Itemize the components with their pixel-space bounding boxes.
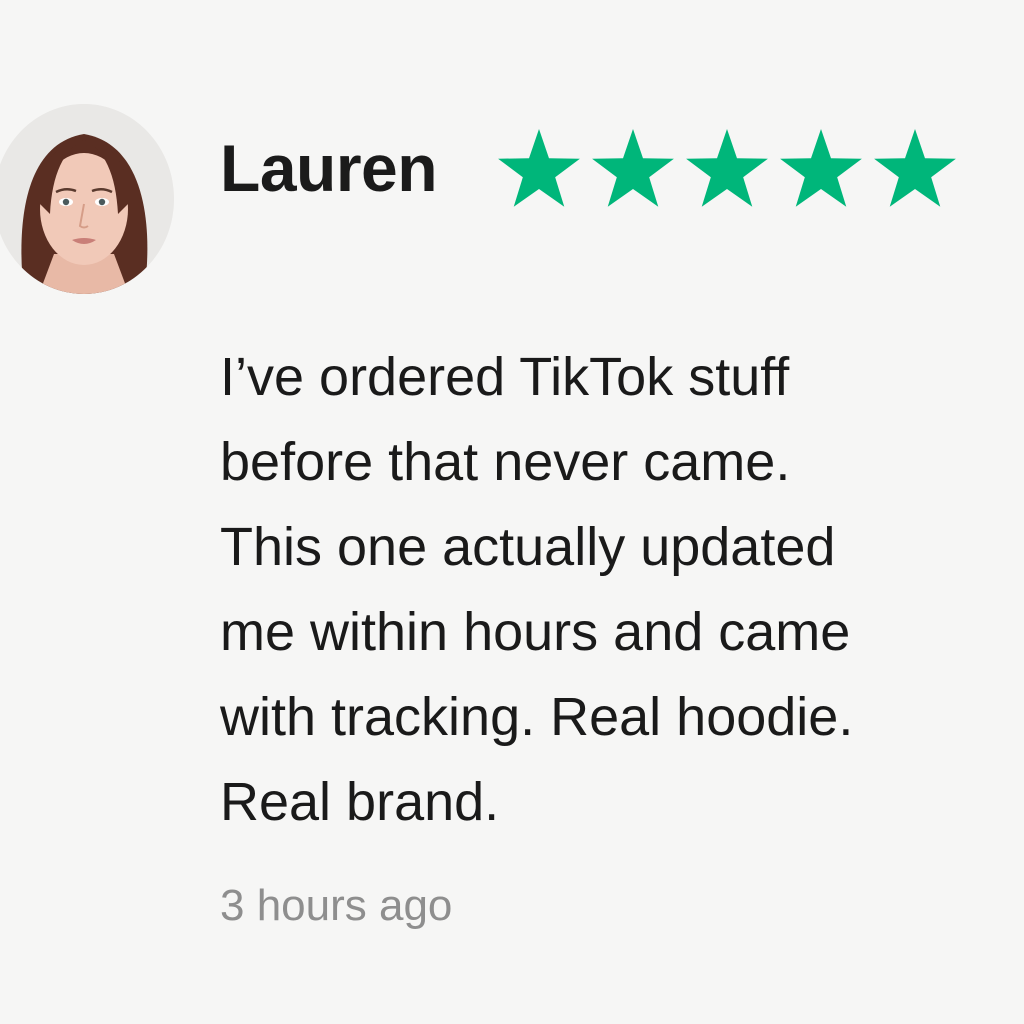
review-card: Lauren I’ve ordered TikTok stuff before … <box>0 0 1024 1024</box>
star-icon <box>494 126 584 212</box>
reviewer-name: Lauren <box>220 131 438 205</box>
review-text: I’ve ordered TikTok stuff before that ne… <box>220 335 980 845</box>
review-text-line: before that never came. <box>220 432 791 492</box>
avatar[interactable] <box>0 104 174 294</box>
review-text-line: This one actually updated <box>220 517 836 577</box>
review-timestamp: 3 hours ago <box>220 881 453 930</box>
review-text-line: Real brand. <box>220 772 500 832</box>
star-icon <box>870 126 960 212</box>
star-icon <box>776 126 866 212</box>
review-text-line: I’ve ordered TikTok stuff <box>220 347 790 407</box>
star-rating <box>494 126 960 212</box>
review-text-line: me within hours and came <box>220 602 851 662</box>
star-icon <box>588 126 678 212</box>
star-icon <box>682 126 772 212</box>
review-text-line: with tracking. Real hoodie. <box>220 687 854 747</box>
